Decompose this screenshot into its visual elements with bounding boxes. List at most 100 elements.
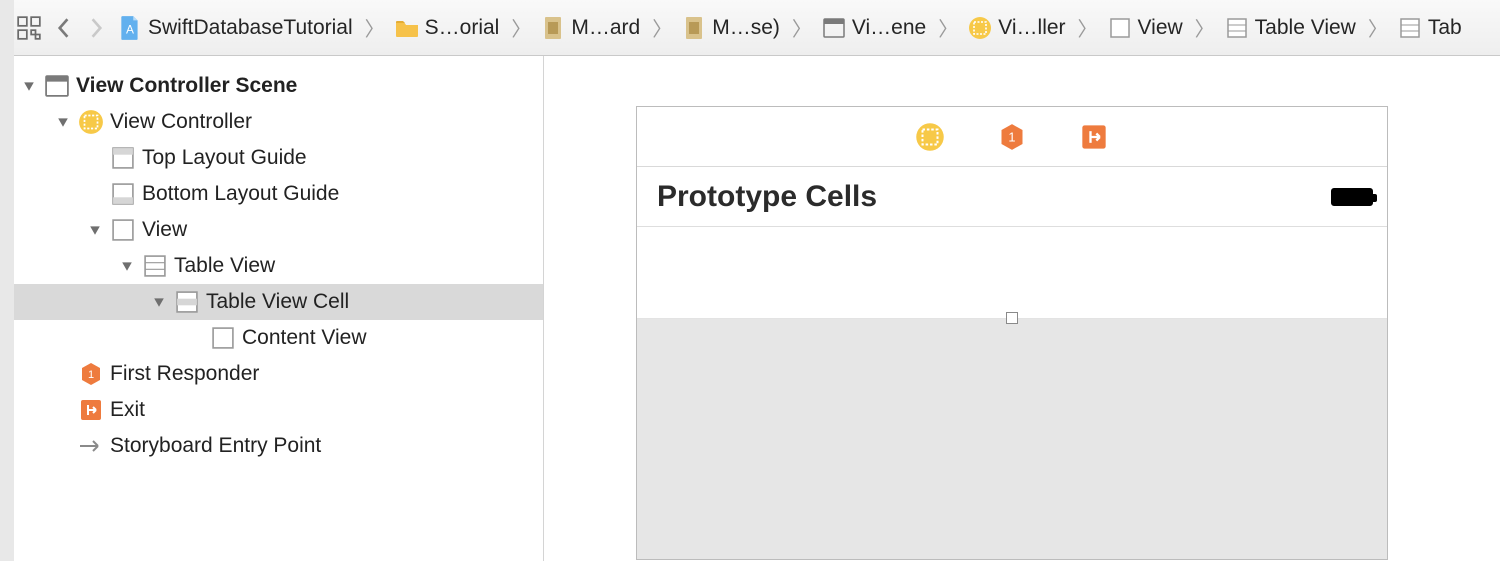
prototype-cell[interactable]: [637, 227, 1387, 319]
outline-label: Content View: [242, 326, 367, 350]
outline-table-view-cell[interactable]: Table View Cell: [0, 284, 543, 320]
disclosure-spacer: [86, 149, 104, 167]
view-icon: [110, 217, 136, 243]
breadcrumb-label: View: [1138, 16, 1183, 40]
exit-icon: [78, 397, 104, 423]
view-icon: [210, 325, 236, 351]
outline-entry-point[interactable]: Storyboard Entry Point: [0, 428, 543, 464]
chevron-right-icon: 〉: [1072, 13, 1100, 42]
canvas[interactable]: 1 Prototype Cells: [544, 56, 1500, 561]
arrow-right-icon: [78, 433, 104, 459]
chevron-right-icon: 〉: [505, 13, 533, 42]
breadcrumb-label: SwiftDatabaseTutorial: [148, 16, 353, 40]
scene-device[interactable]: 1 Prototype Cells: [636, 106, 1388, 560]
layout-guide-icon: [110, 181, 136, 207]
breadcrumb-item-storyboard[interactable]: M…se) 〉: [680, 13, 816, 42]
storyboard-file-icon: [541, 16, 565, 40]
disclosure-spacer: [54, 437, 72, 455]
disclosure-triangle-icon[interactable]: [86, 221, 104, 239]
first-responder-icon: 1: [78, 361, 104, 387]
breadcrumb-label: S…orial: [425, 16, 500, 40]
first-responder-icon[interactable]: 1: [996, 121, 1028, 153]
prototype-title: Prototype Cells: [657, 180, 877, 214]
main-split: View Controller Scene View Controller To…: [0, 56, 1500, 561]
resize-handle[interactable]: [1006, 312, 1018, 324]
nav-forward-icon[interactable]: [82, 13, 112, 43]
outline-scene[interactable]: View Controller Scene: [0, 68, 543, 104]
battery-icon: [1331, 188, 1373, 206]
tableview-icon: [142, 253, 168, 279]
outline-label: Top Layout Guide: [142, 146, 307, 170]
breadcrumb-item-folder[interactable]: S…orial 〉: [393, 13, 536, 42]
outline-label: Table View Cell: [206, 290, 349, 314]
svg-text:A: A: [126, 22, 134, 36]
outline-label: First Responder: [110, 362, 259, 386]
scene-icon: [822, 16, 846, 40]
outline-bottom-layout-guide[interactable]: Bottom Layout Guide: [0, 176, 543, 212]
disclosure-triangle-icon[interactable]: [54, 113, 72, 131]
exit-icon[interactable]: [1078, 121, 1110, 153]
outline-content-view[interactable]: Content View: [0, 320, 543, 356]
breadcrumb-label: Vi…ller: [998, 16, 1065, 40]
breadcrumb-item-storyboard[interactable]: M…ard 〉: [539, 13, 676, 42]
controller-icon[interactable]: [914, 121, 946, 153]
breadcrumb-item-scene[interactable]: Vi…ene 〉: [820, 13, 962, 42]
outline-exit[interactable]: Exit: [0, 392, 543, 428]
chevron-right-icon: 〉: [1189, 13, 1217, 42]
outline-label: Exit: [110, 398, 145, 422]
storyboard-file-icon: [682, 16, 706, 40]
breadcrumb-label: Table View: [1255, 16, 1356, 40]
tableview-icon: [1398, 16, 1422, 40]
outline-top-layout-guide[interactable]: Top Layout Guide: [0, 140, 543, 176]
scene-title-bar: 1: [637, 107, 1387, 167]
breadcrumb-item-controller[interactable]: Vi…ller 〉: [966, 13, 1101, 42]
controller-icon: [78, 109, 104, 135]
outline-label: Bottom Layout Guide: [142, 182, 339, 206]
related-items-icon[interactable]: [14, 13, 44, 43]
left-gutter: [0, 0, 14, 561]
disclosure-spacer: [54, 401, 72, 419]
tableview-cell-icon: [174, 289, 200, 315]
jump-bar: A SwiftDatabaseTutorial 〉 S…orial 〉 M…ar…: [0, 0, 1500, 56]
chevron-right-icon: 〉: [786, 13, 814, 42]
breadcrumb-item-tableview[interactable]: Table View 〉: [1223, 13, 1392, 42]
document-outline: View Controller Scene View Controller To…: [0, 56, 544, 561]
breadcrumb-label: M…ard: [571, 16, 640, 40]
outline-first-responder[interactable]: 1 First Responder: [0, 356, 543, 392]
chevron-right-icon: 〉: [359, 13, 387, 42]
disclosure-spacer: [54, 365, 72, 383]
prototype-header: Prototype Cells: [637, 167, 1387, 227]
app-icon: A: [118, 16, 142, 40]
breadcrumb-item-view[interactable]: View 〉: [1106, 13, 1219, 42]
folder-icon: [395, 16, 419, 40]
breadcrumb-item-project[interactable]: A SwiftDatabaseTutorial 〉: [116, 13, 389, 42]
outline-label: Storyboard Entry Point: [110, 434, 321, 458]
outline-label: Table View: [174, 254, 275, 278]
disclosure-triangle-icon[interactable]: [118, 257, 136, 275]
breadcrumb-item-tableview[interactable]: Tab: [1396, 16, 1464, 40]
breadcrumb-label: M…se): [712, 16, 780, 40]
controller-icon: [968, 16, 992, 40]
disclosure-triangle-icon[interactable]: [150, 293, 168, 311]
outline-label: View: [142, 218, 187, 242]
table-body-placeholder[interactable]: [637, 319, 1387, 559]
outline-controller[interactable]: View Controller: [0, 104, 543, 140]
nav-back-icon[interactable]: [48, 13, 78, 43]
breadcrumb-label: Vi…ene: [852, 16, 926, 40]
disclosure-triangle-icon[interactable]: [20, 77, 38, 95]
outline-table-view[interactable]: Table View: [0, 248, 543, 284]
outline-label: View Controller: [110, 110, 252, 134]
chevron-right-icon: 〉: [932, 13, 960, 42]
chevron-right-icon: 〉: [646, 13, 674, 42]
scene-icon: [44, 73, 70, 99]
layout-guide-icon: [110, 145, 136, 171]
disclosure-spacer: [86, 185, 104, 203]
outline-view[interactable]: View: [0, 212, 543, 248]
breadcrumb-label: Tab: [1428, 16, 1462, 40]
chevron-right-icon: 〉: [1362, 13, 1390, 42]
svg-text:1: 1: [88, 369, 94, 381]
outline-label: View Controller Scene: [76, 74, 297, 98]
tableview-icon: [1225, 16, 1249, 40]
view-icon: [1108, 16, 1132, 40]
svg-text:1: 1: [1008, 129, 1015, 144]
